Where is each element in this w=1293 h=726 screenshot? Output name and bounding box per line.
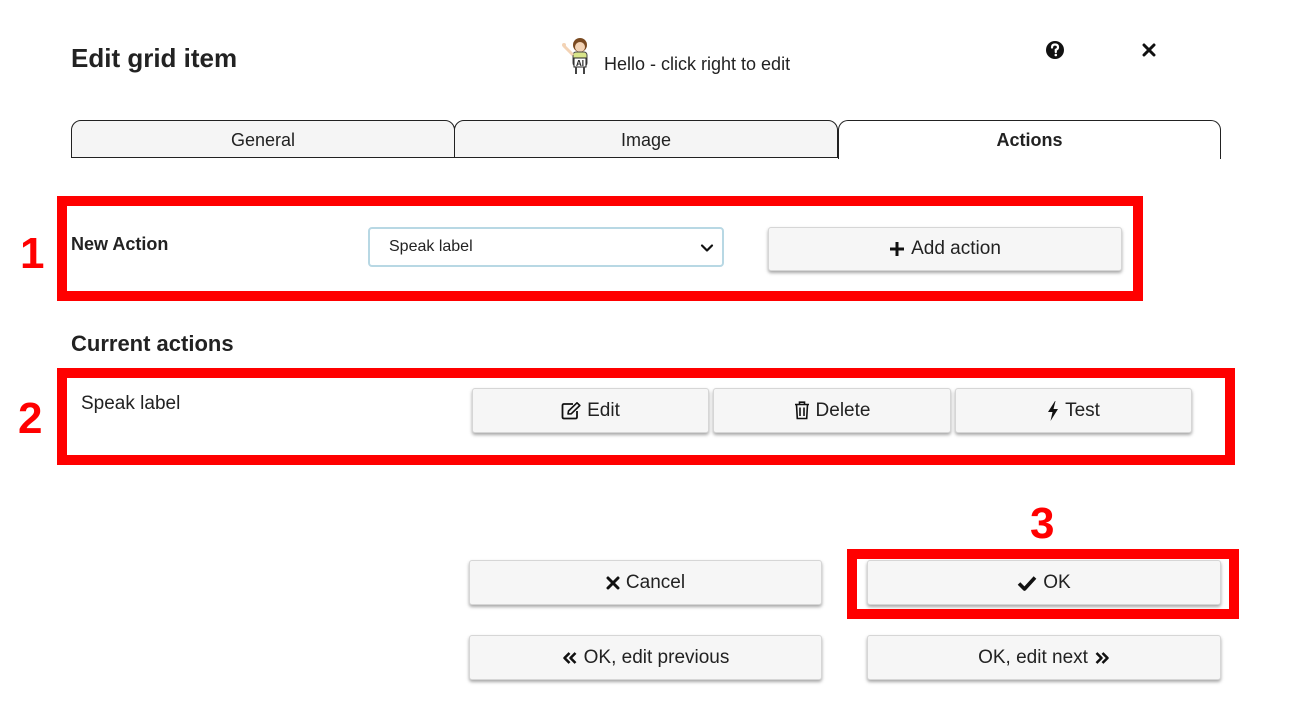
cancel-button[interactable]: Cancel (469, 560, 822, 605)
ok-label: OK (1043, 571, 1071, 593)
delete-action-button[interactable]: Delete (713, 388, 951, 433)
plus-icon (890, 242, 905, 256)
double-chevron-left-icon (562, 651, 577, 664)
delete-label: Delete (815, 399, 871, 421)
new-action-label: New Action (71, 234, 169, 254)
action-type-select[interactable]: Speak label (368, 227, 724, 267)
annotation-number-2: 2 (18, 394, 43, 443)
check-icon (1017, 575, 1037, 591)
avatar-icon: AI (562, 38, 588, 74)
ok-edit-previous-button[interactable]: OK, edit previous (469, 635, 822, 680)
close-icon[interactable] (1137, 38, 1161, 62)
chevron-down-icon (700, 244, 714, 252)
current-action-name: Speak label (81, 393, 181, 414)
pencil-square-icon (561, 401, 581, 419)
bolt-icon (1048, 400, 1059, 421)
action-type-value: Speak label (389, 238, 473, 255)
trash-icon (794, 401, 809, 420)
current-actions-title: Current actions (71, 331, 234, 356)
add-action-button[interactable]: Add action (768, 227, 1122, 271)
tab-general[interactable]: General (71, 120, 455, 158)
annotation-number-3: 3 (1030, 499, 1055, 548)
tab-image[interactable]: Image (454, 120, 838, 158)
tab-actions[interactable]: Actions (838, 120, 1221, 159)
double-chevron-right-icon (1095, 651, 1109, 664)
annotation-number-1: 1 (20, 229, 45, 278)
dialog-title: Edit grid item (71, 43, 238, 73)
test-label: Test (1065, 399, 1100, 421)
times-icon (606, 576, 620, 589)
edit-label: Edit (587, 399, 620, 421)
help-icon[interactable] (1043, 38, 1067, 62)
ok-edit-next-label: OK, edit next (978, 646, 1088, 668)
ok-button[interactable]: OK (867, 560, 1221, 605)
hello-text: Hello - click right to edit (604, 54, 791, 74)
tab-bar: General Image Actions (71, 120, 1221, 159)
edit-action-button[interactable]: Edit (472, 388, 709, 433)
add-action-label: Add action (911, 238, 1001, 259)
cancel-label: Cancel (625, 571, 686, 593)
ok-edit-previous-label: OK, edit previous (583, 646, 730, 668)
test-action-button[interactable]: Test (955, 388, 1192, 433)
ok-edit-next-button[interactable]: OK, edit next (867, 635, 1221, 680)
hello-bar[interactable]: AI Hello - click right to edit (560, 36, 790, 76)
svg-text:AI: AI (576, 59, 584, 68)
